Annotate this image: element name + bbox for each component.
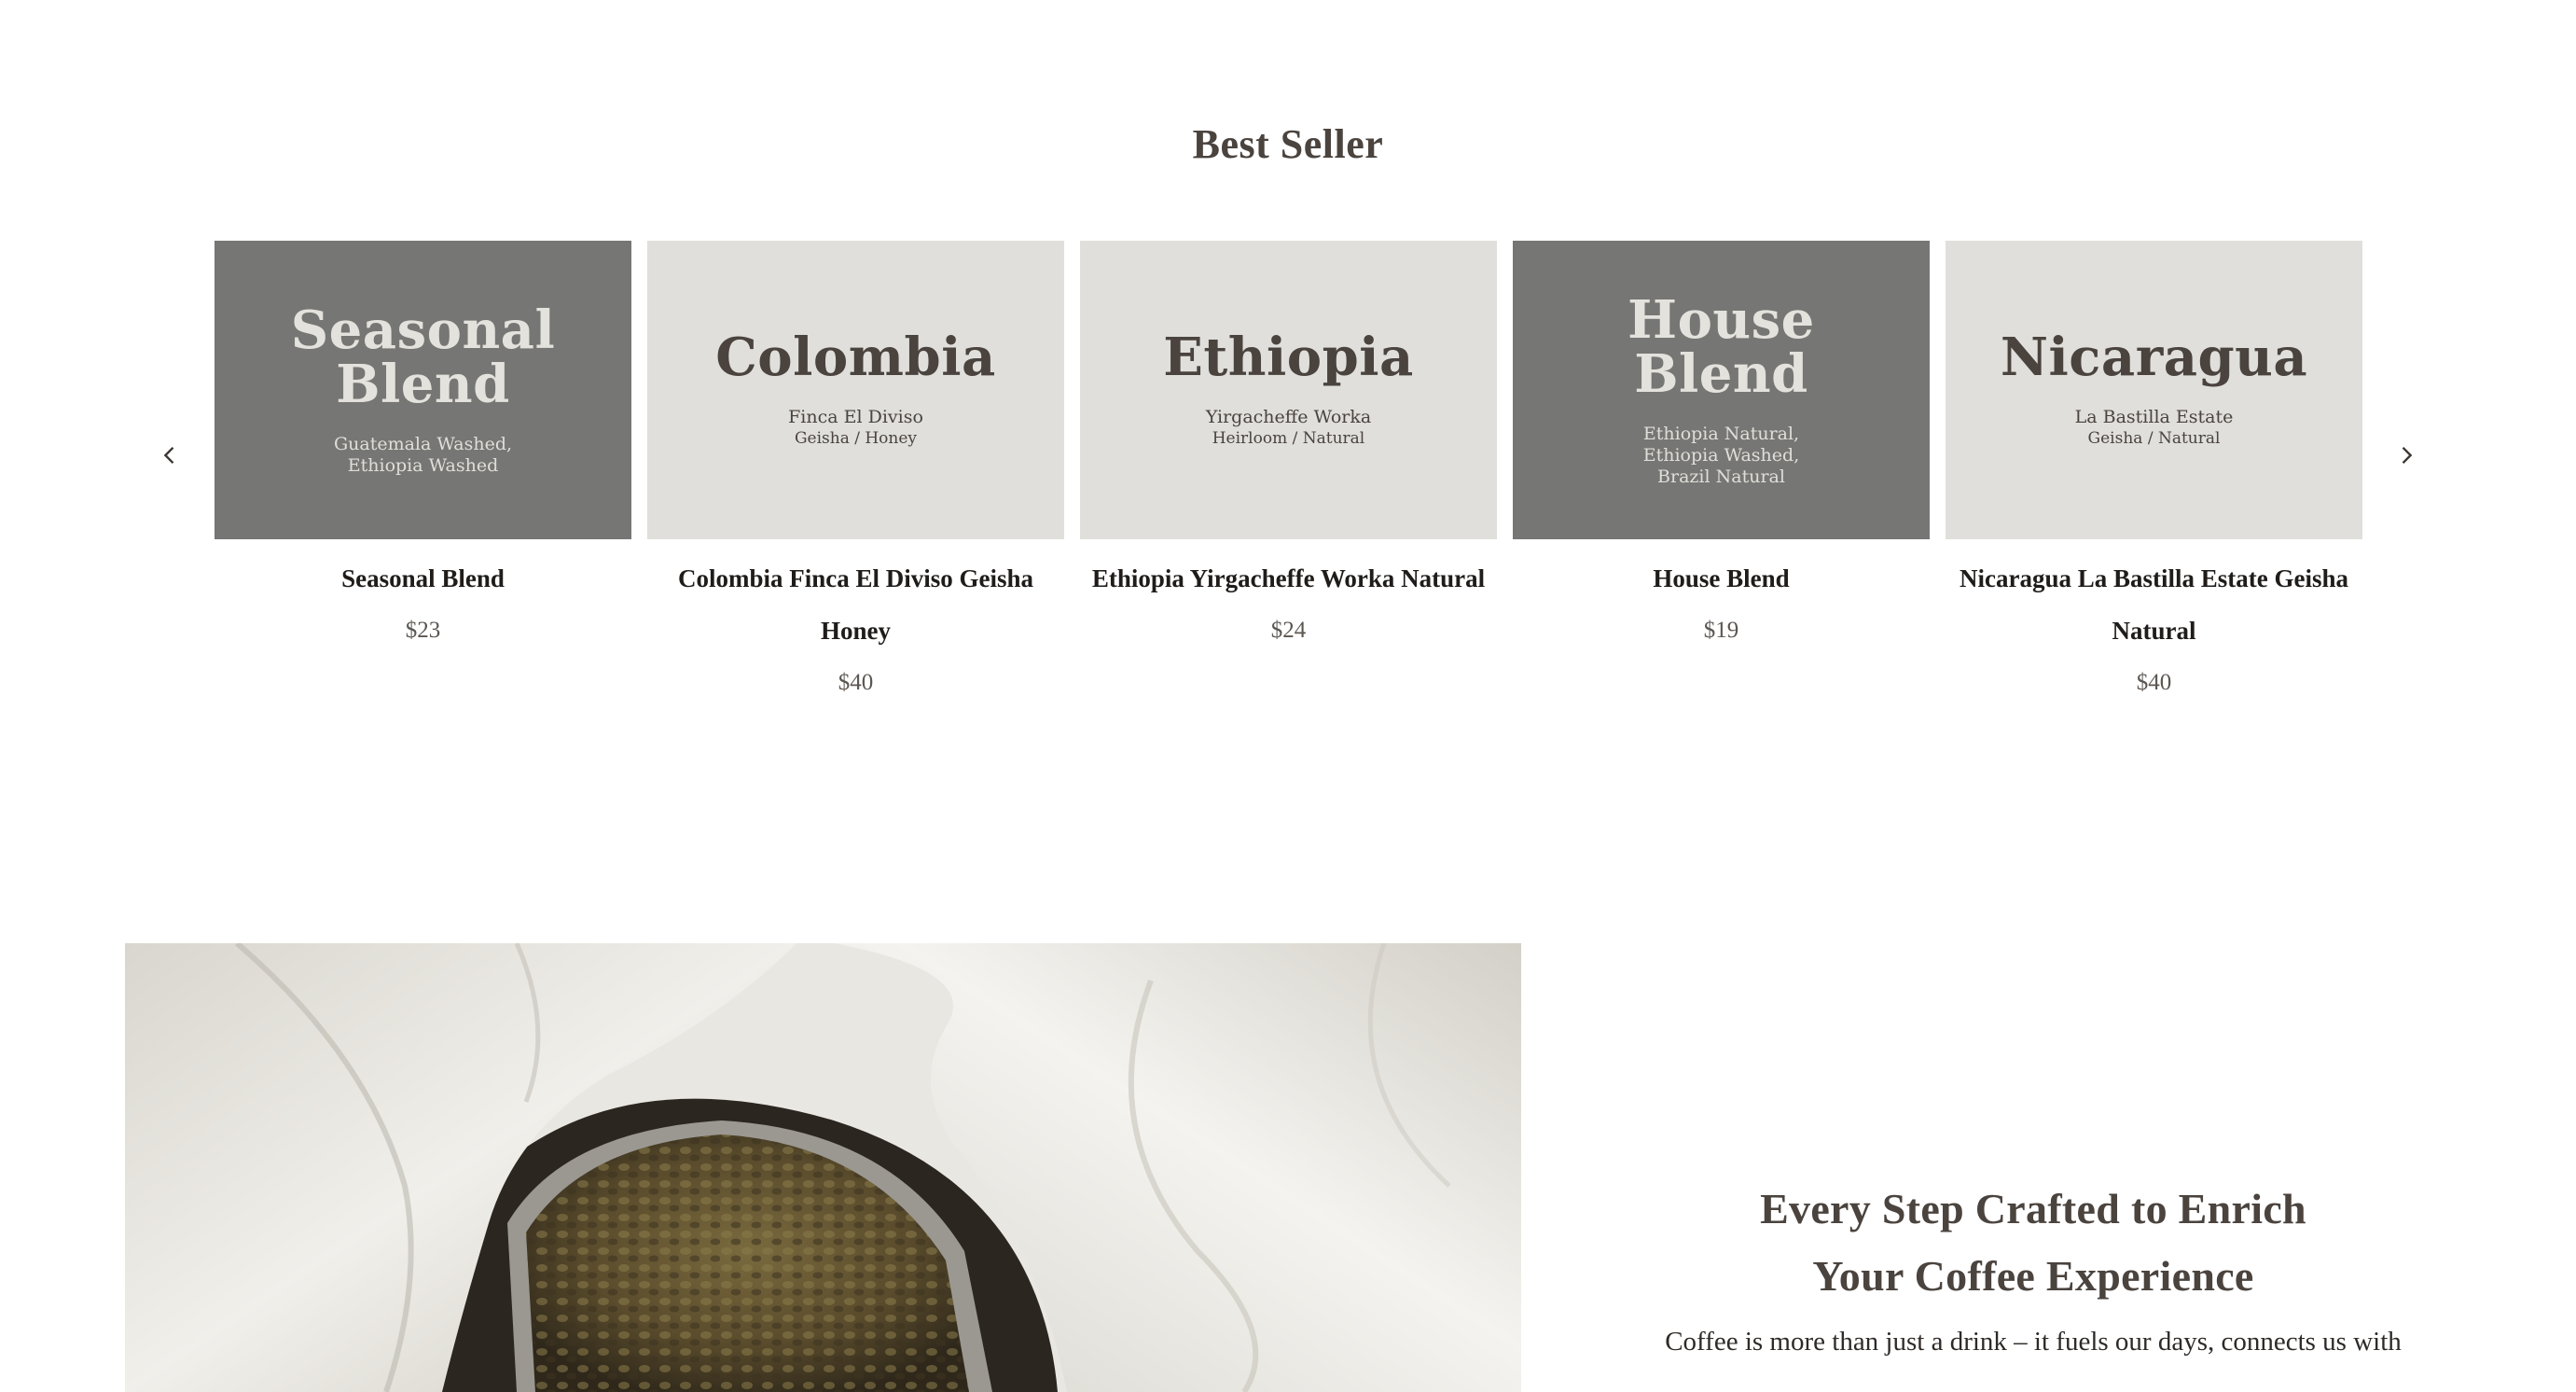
product-name[interactable]: Colombia Finca El Diviso Geisha Honey	[647, 552, 1064, 657]
product-card-art[interactable]: Ethiopia Yirgacheffe Worka Heirloom / Na…	[1080, 241, 1497, 539]
product-name[interactable]: Seasonal Blend	[215, 552, 631, 605]
product-carousel: Seasonal Blend Guatemala Washed, Ethiopi…	[215, 241, 2362, 709]
product-card[interactable]: House Blend Ethiopia Natural, Ethiopia W…	[1513, 241, 1930, 709]
product-card[interactable]: Ethiopia Yirgacheffe Worka Heirloom / Na…	[1080, 241, 1497, 709]
product-name[interactable]: Ethiopia Yirgacheffe Worka Natural	[1080, 552, 1497, 605]
product-art-subtitle: Ethiopia Natural, Ethiopia Washed, Brazi…	[1642, 423, 1800, 487]
product-art-subtitle: Finca El Diviso	[788, 407, 923, 427]
product-art-detail: Heirloom / Natural	[1212, 429, 1365, 448]
product-art-title: Ethiopia	[1163, 327, 1414, 388]
feature-body: Coffee is more than just a drink – it fu…	[1665, 1327, 2402, 1357]
best-seller-title: Best Seller	[1192, 120, 1384, 167]
product-card[interactable]: Seasonal Blend Guatemala Washed, Ethiopi…	[215, 241, 631, 709]
product-art-subtitle: Yirgacheffe Worka	[1205, 407, 1372, 427]
coffee-beans-in-bag-image	[125, 943, 1521, 1392]
chevron-right-icon	[2393, 442, 2419, 473]
product-price: $19	[1703, 618, 1739, 643]
product-art-title: Nicaragua	[2000, 327, 2308, 388]
product-art-detail: Geisha / Natural	[2087, 429, 2221, 448]
product-card[interactable]: Nicaragua La Bastilla Estate Geisha / Na…	[1946, 241, 2362, 709]
feature-heading: Every Step Crafted to Enrich Your Coffee…	[1760, 1185, 2306, 1300]
carousel-prev-button[interactable]	[151, 438, 188, 476]
product-art-title: Seasonal Blend	[290, 299, 556, 415]
carousel-next-button[interactable]	[2388, 438, 2425, 476]
product-name[interactable]: Nicaragua La Bastilla Estate Geisha Natu…	[1946, 552, 2362, 657]
product-art-subtitle: La Bastilla Estate	[2074, 407, 2234, 427]
product-name[interactable]: House Blend	[1513, 552, 1930, 605]
product-art-title: House Blend	[1627, 288, 1815, 405]
product-art-detail: Geisha / Honey	[794, 429, 918, 448]
product-card[interactable]: Colombia Finca El Diviso Geisha / Honey …	[647, 241, 1064, 709]
product-price: $40	[2136, 670, 2172, 695]
product-price: $24	[1270, 618, 1307, 643]
product-card-art[interactable]: Colombia Finca El Diviso Geisha / Honey	[647, 241, 1064, 539]
feature-text-block: Every Step Crafted to Enrich Your Coffee…	[1595, 1176, 2472, 1362]
product-art-subtitle: Guatemala Washed, Ethiopia Washed	[333, 434, 513, 476]
product-card-art[interactable]: Seasonal Blend Guatemala Washed, Ethiopi…	[215, 241, 631, 539]
product-card-art[interactable]: Nicaragua La Bastilla Estate Geisha / Na…	[1946, 241, 2362, 539]
chevron-left-icon	[157, 442, 183, 473]
product-price: $23	[405, 618, 441, 643]
product-card-art[interactable]: House Blend Ethiopia Natural, Ethiopia W…	[1513, 241, 1930, 539]
product-art-title: Colombia	[715, 327, 996, 388]
product-price: $40	[838, 670, 874, 695]
